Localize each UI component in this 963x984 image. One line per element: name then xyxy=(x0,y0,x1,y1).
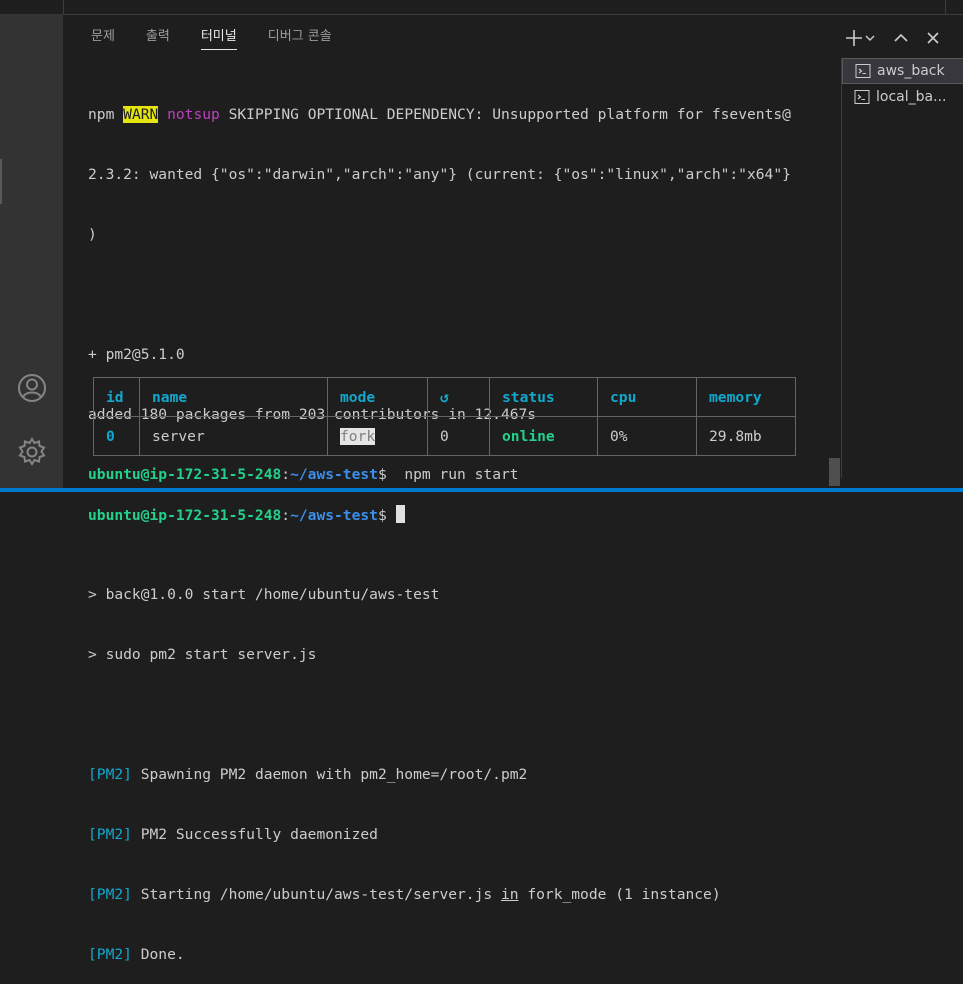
divider xyxy=(63,0,64,14)
cell-name: server xyxy=(139,416,328,456)
pm2-line: [PM2] PM2 Successfully daemonized xyxy=(88,825,840,845)
window-top-strip xyxy=(0,0,963,14)
pm2-line: [PM2] Starting /home/ubuntu/aws-test/ser… xyxy=(88,885,840,905)
cell-memory: 29.8mb xyxy=(696,416,796,456)
chevron-up-icon xyxy=(894,33,908,42)
terminal-cursor xyxy=(395,505,405,523)
terminal-line: + pm2@5.1.0 xyxy=(88,346,185,363)
header-restarts: ↺ xyxy=(427,377,490,417)
warn-label: WARN xyxy=(123,106,159,123)
pm2-process-table: id name mode ↺ status cpu memory 0 serve… xyxy=(93,377,796,456)
activity-bar-edge xyxy=(0,159,2,204)
pm2-message: Starting /home/ubuntu/aws-test/server.js xyxy=(131,886,501,903)
cell-restarts: 0 xyxy=(427,416,490,456)
terminal-line: 2.3.2: wanted {"os":"darwin","arch":"any… xyxy=(88,166,791,183)
close-panel-button[interactable] xyxy=(921,27,945,49)
prompt-line: ubuntu@ip-172-31-5-248:~/aws-test$ xyxy=(88,505,840,525)
pm2-tag: [PM2] xyxy=(88,826,132,843)
panel-actions xyxy=(837,27,945,49)
new-terminal-button[interactable] xyxy=(845,27,881,49)
settings-gear-icon[interactable] xyxy=(14,434,50,470)
npm-text: npm xyxy=(88,106,124,123)
prompt-dollar: $ xyxy=(377,507,396,524)
tab-debug-console[interactable]: 디버그 콘솔 xyxy=(268,25,332,49)
cell-id: 0 xyxy=(93,416,140,456)
prompt-path: ~/aws-test xyxy=(290,507,378,524)
status-bar xyxy=(0,488,963,492)
pm2-tag: [PM2] xyxy=(88,766,132,783)
pm2-line: [PM2] Spawning PM2 daemon with pm2_home=… xyxy=(88,765,840,785)
table-row: 0 server fork 0 online 0% 29.8mb xyxy=(93,416,796,456)
cell-cpu: 0% xyxy=(597,416,697,456)
header-name: name xyxy=(139,377,328,417)
close-icon xyxy=(927,32,939,44)
terminal-tab-label: aws_back xyxy=(877,63,945,79)
tab-output[interactable]: 출력 xyxy=(146,25,170,49)
prompt-user: ubuntu@ip-172-31-5-248 xyxy=(88,507,282,524)
activity-bar xyxy=(0,14,63,488)
header-memory: memory xyxy=(696,377,796,417)
underlined-in: in xyxy=(500,886,519,903)
cell-status: online xyxy=(489,416,598,456)
plus-chevron-icon xyxy=(846,30,875,46)
terminal-tab-aws-back[interactable]: aws_back xyxy=(842,58,963,84)
notsup-label: notsup xyxy=(167,106,220,123)
pm2-message: Spawning PM2 daemon with pm2_home=/root/… xyxy=(131,766,528,783)
table-header-row: id name mode ↺ status cpu memory xyxy=(93,377,796,417)
header-mode: mode xyxy=(327,377,428,417)
header-id: id xyxy=(93,377,140,417)
pm2-message: fork_mode (1 instance) xyxy=(518,886,721,903)
pm2-line: [PM2] Done. xyxy=(88,945,840,965)
terminal-tabs-list: aws_back local_ba... xyxy=(841,58,963,478)
terminal-icon xyxy=(854,90,870,104)
maximize-panel-button[interactable] xyxy=(889,27,913,49)
warning-message: SKIPPING OPTIONAL DEPENDENCY: Unsupporte… xyxy=(219,106,791,123)
pm2-message: PM2 Successfully daemonized xyxy=(131,826,378,843)
account-icon[interactable] xyxy=(14,370,50,406)
final-prompt-line[interactable]: ubuntu@ip-172-31-5-248:~/aws-test$ xyxy=(88,465,840,565)
divider xyxy=(945,0,946,14)
terminal-line: ) xyxy=(88,226,97,243)
tab-terminal[interactable]: 터미널 xyxy=(200,25,237,50)
panel-tabs: 문제 출력 터미널 디버그 콘솔 xyxy=(91,25,363,50)
header-cpu: cpu xyxy=(597,377,697,417)
pm2-tag: [PM2] xyxy=(88,946,132,963)
mode-fork-badge: fork xyxy=(340,427,376,445)
terminal-tab-label: local_ba... xyxy=(876,89,947,105)
terminal-line: > back@1.0.0 start /home/ubuntu/aws-test xyxy=(88,586,440,603)
pm2-message: Done. xyxy=(131,946,185,963)
pm2-tag: [PM2] xyxy=(88,886,132,903)
prompt-colon: : xyxy=(281,507,291,524)
terminal-line: > sudo pm2 start server.js xyxy=(88,646,317,663)
terminal-tab-local-back[interactable]: local_ba... xyxy=(842,84,963,110)
header-status: status xyxy=(489,377,598,417)
terminal-line: npm WARN notsup SKIPPING OPTIONAL DEPEND… xyxy=(88,105,840,125)
terminal-scrollbar[interactable] xyxy=(829,458,840,486)
tab-problems[interactable]: 문제 xyxy=(91,25,115,49)
terminal-icon xyxy=(855,64,871,78)
bottom-panel: 문제 출력 터미널 디버그 콘솔 npm WARN notsup SKIPPIN… xyxy=(63,14,963,963)
cell-mode: fork xyxy=(327,416,428,456)
